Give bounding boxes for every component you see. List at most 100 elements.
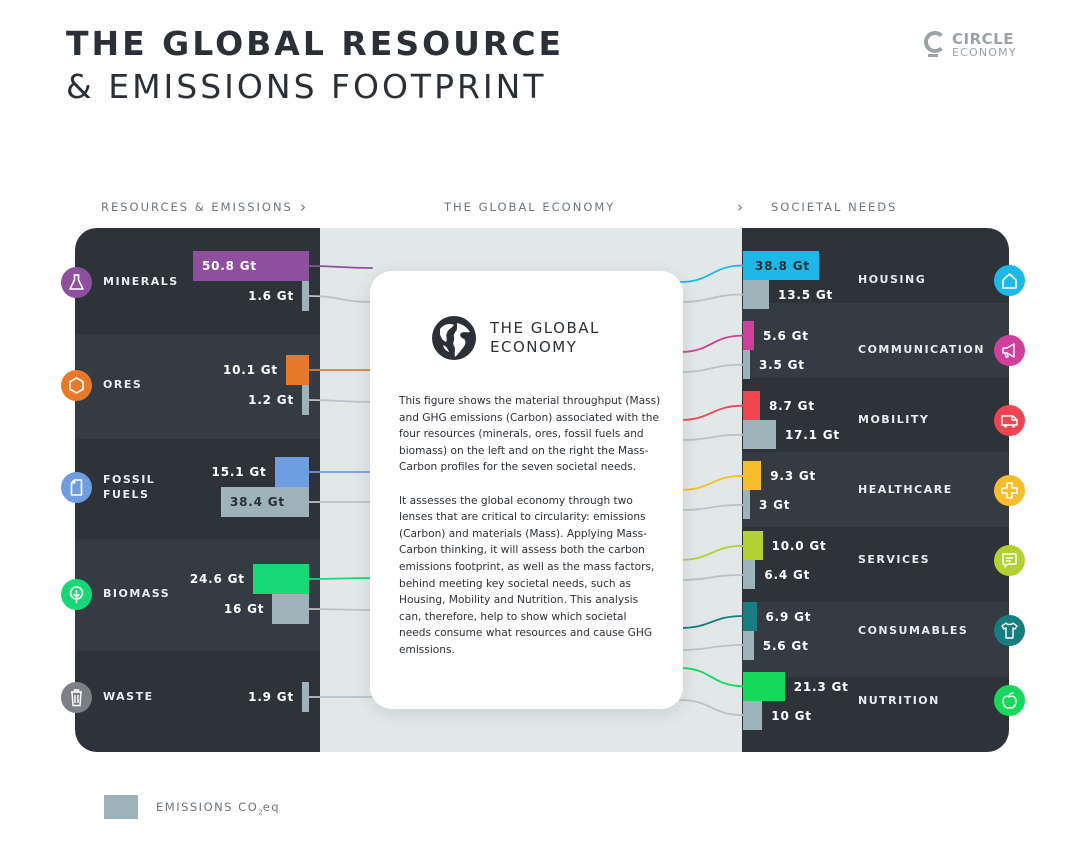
mass-value-minerals: 50.8 Gt bbox=[202, 259, 257, 273]
megaphone-icon bbox=[993, 334, 1025, 366]
card-title-line2: ECONOMY bbox=[490, 338, 578, 356]
emissions-value-consumables: 5.6 Gt bbox=[762, 638, 809, 653]
mass-value-ores: 10.1 Gt bbox=[222, 363, 278, 377]
mass-value-fossil-fuels: 15.1 Gt bbox=[211, 465, 267, 479]
flow-mass-healthcare bbox=[679, 474, 744, 491]
mass-bar-services bbox=[743, 531, 763, 561]
emissions-value-communication: 3.5 Gt bbox=[759, 358, 805, 373]
canister-icon-glyph bbox=[70, 478, 82, 496]
mass-bar-consumables bbox=[743, 601, 757, 631]
speech-bubble-icon bbox=[993, 544, 1025, 576]
emissions-bar-services bbox=[743, 560, 756, 590]
mass-bar-ores bbox=[285, 355, 309, 385]
mass-value-nutrition: 21.3 Gt bbox=[793, 679, 849, 694]
apple-icon bbox=[993, 685, 1025, 717]
flow-emissions-communication bbox=[679, 363, 744, 373]
emissions-bar-nutrition bbox=[743, 700, 763, 730]
megaphone-icon-glyph bbox=[1001, 342, 1015, 358]
canister-icon bbox=[60, 471, 92, 503]
emissions-value-healthcare: 3 Gt bbox=[759, 498, 791, 513]
emissions-bar-housing bbox=[743, 280, 770, 309]
resource-label-biomass: BIOMASS bbox=[103, 587, 171, 600]
house-icon-glyph bbox=[1001, 272, 1017, 289]
mass-bar-biomass bbox=[252, 564, 309, 594]
van-icon-glyph bbox=[1000, 414, 1018, 428]
need-label-nutrition: NUTRITION bbox=[858, 693, 940, 707]
emissions-value-nutrition: 10 Gt bbox=[771, 708, 812, 723]
card-paragraph-1: This figure shows the material throughpu… bbox=[399, 395, 661, 474]
mass-bar-healthcare bbox=[743, 461, 762, 491]
emissions-value-waste: 1.9 Gt bbox=[248, 690, 294, 704]
emissions-value-housing: 13.5 Gt bbox=[778, 288, 834, 302]
flow-mass-consumables bbox=[679, 615, 744, 629]
emissions-bar-communication bbox=[743, 350, 750, 380]
leaf-icon bbox=[60, 578, 92, 610]
mass-bar-communication bbox=[743, 321, 754, 351]
flow-mass-communication bbox=[679, 334, 744, 353]
mass-bar-fossil-fuels bbox=[274, 457, 309, 487]
medical-cross-icon-glyph bbox=[1000, 481, 1018, 499]
legend-emissions-label: EMISSIONS CO2eq bbox=[156, 800, 281, 817]
tshirt-icon-glyph bbox=[1000, 622, 1018, 639]
emissions-bar-healthcare bbox=[743, 490, 750, 520]
emissions-value-minerals: 1.6 Gt bbox=[248, 289, 294, 303]
emissions-value-services: 6.4 Gt bbox=[764, 568, 811, 583]
flask-icon bbox=[60, 266, 92, 298]
tshirt-icon bbox=[993, 615, 1025, 646]
trash-icon bbox=[60, 681, 92, 713]
emissions-value-fossil-fuels: 38.4 Gt bbox=[230, 495, 285, 509]
card-description: This figure shows the material throughpu… bbox=[399, 393, 661, 675]
van-icon bbox=[993, 404, 1025, 436]
mass-value-consumables: 6.9 Gt bbox=[765, 609, 812, 624]
flow-emissions-biomass bbox=[308, 608, 373, 611]
emissions-bar-ores bbox=[302, 385, 309, 415]
flow-mass-mobility bbox=[679, 404, 744, 421]
flow-emissions-minerals bbox=[308, 295, 373, 303]
flow-emissions-mobility bbox=[679, 433, 744, 441]
flow-emissions-housing bbox=[679, 293, 744, 303]
legend-emissions-swatch bbox=[104, 795, 138, 819]
card-title: THE GLOBAL ECONOMY bbox=[490, 319, 600, 357]
emissions-bar-mobility bbox=[743, 420, 776, 450]
mass-bar-nutrition bbox=[743, 671, 785, 701]
need-label-housing: HOUSING bbox=[858, 273, 927, 286]
flow-mass-services bbox=[679, 545, 744, 561]
trash-icon-glyph bbox=[70, 688, 82, 706]
flow-mass-minerals bbox=[308, 265, 373, 269]
emissions-bar-consumables bbox=[743, 630, 754, 660]
emissions-value-mobility: 17.1 Gt bbox=[785, 428, 840, 443]
flow-mass-biomass bbox=[308, 577, 373, 580]
flow-emissions-consumables bbox=[679, 644, 744, 651]
resource-label-waste: WASTE bbox=[103, 690, 154, 703]
need-label-communication: COMMUNICATION bbox=[858, 343, 985, 357]
emissions-bar-biomass bbox=[272, 594, 309, 624]
hexagon-icon bbox=[60, 369, 92, 401]
flow-emissions-ores bbox=[308, 399, 373, 403]
mass-value-healthcare: 9.3 Gt bbox=[770, 469, 817, 484]
globe-icon bbox=[432, 316, 476, 360]
mass-value-biomass: 24.6 Gt bbox=[189, 572, 245, 586]
medical-cross-icon bbox=[993, 474, 1025, 506]
flask-icon-glyph bbox=[68, 273, 84, 290]
card-paragraph-2: It assesses the global economy through t… bbox=[399, 494, 655, 656]
emissions-bar-waste bbox=[302, 682, 309, 712]
flow-mass-housing bbox=[679, 264, 744, 283]
leaf-icon-glyph bbox=[69, 585, 83, 603]
emissions-value-ores: 1.2 Gt bbox=[248, 393, 294, 407]
mass-value-services: 10.0 Gt bbox=[771, 539, 827, 554]
resource-label-ores: ORES bbox=[103, 378, 143, 391]
emissions-value-biomass: 16 Gt bbox=[223, 602, 265, 616]
flow-mass-nutrition bbox=[679, 667, 744, 687]
need-label-services: SERVICES bbox=[858, 553, 931, 567]
house-icon bbox=[993, 264, 1025, 296]
global-economy-card: THE GLOBAL ECONOMY This figure shows the… bbox=[370, 271, 683, 709]
flow-emissions-services bbox=[679, 574, 744, 581]
flow-emissions-nutrition bbox=[679, 699, 744, 716]
mass-value-communication: 5.6 Gt bbox=[762, 329, 809, 344]
emissions-bar-minerals bbox=[302, 281, 309, 311]
mass-bar-mobility bbox=[743, 391, 761, 421]
need-label-consumables: CONSUMABLES bbox=[858, 623, 969, 637]
apple-icon-glyph bbox=[1001, 692, 1017, 709]
flow-emissions-healthcare bbox=[679, 503, 744, 511]
resource-label-minerals: MINERALS bbox=[103, 275, 179, 288]
